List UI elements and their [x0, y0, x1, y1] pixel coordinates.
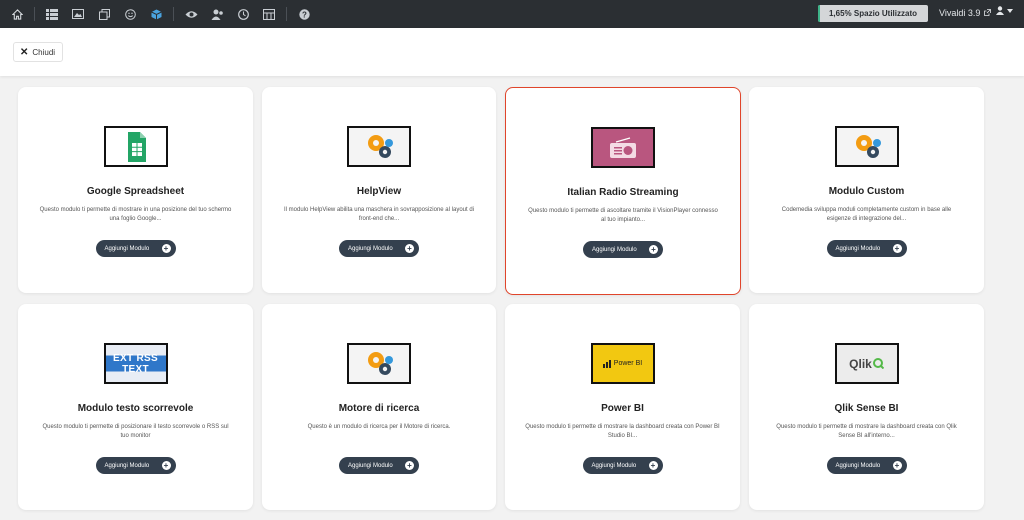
power-bi-logo-icon	[602, 359, 611, 368]
divider	[286, 7, 287, 21]
add-module-label: Aggiungi Modulo	[104, 245, 150, 252]
close-label: Chiudi	[32, 47, 56, 57]
external-link-icon	[983, 9, 991, 16]
card-title: Italian Radio Streaming	[567, 187, 679, 198]
gears-icon	[347, 126, 411, 167]
add-module-label: Aggiungi Modulo	[348, 245, 393, 252]
image-icon[interactable]	[65, 0, 91, 28]
card-description: Questo modulo ti permette di mostrare la…	[776, 424, 957, 439]
user-menu[interactable]	[996, 6, 1013, 15]
add-module-label: Aggiungi Modulo	[591, 462, 637, 469]
caret-down-icon	[1007, 8, 1013, 13]
card-description: Questo modulo ti permette di mostrare la…	[525, 424, 720, 439]
card-title: Qlik Sense BI	[834, 403, 899, 414]
add-module-label: Aggiungi Modulo	[835, 462, 881, 469]
add-module-button[interactable]: Aggiungi Modulo +	[826, 457, 907, 474]
module-card[interactable]: HelpView Il modulo HelpView abilita una …	[262, 87, 496, 293]
close-button[interactable]: ✕ Chiudi	[13, 42, 64, 62]
plus-icon: +	[892, 244, 902, 253]
module-card[interactable]: Google Spreadsheet Questo modulo ti perm…	[18, 87, 253, 293]
version-label[interactable]: Vivaldi 3.9	[939, 8, 980, 18]
card-description: Il modulo HelpView abilita una maschera …	[284, 207, 474, 222]
plus-icon: +	[161, 244, 171, 253]
plus-icon: +	[405, 244, 414, 253]
divider	[173, 7, 174, 21]
copy-icon[interactable]	[91, 0, 117, 28]
module-card[interactable]: Power BI Power BI Questo modulo ti perme…	[505, 304, 740, 510]
clock-icon[interactable]	[230, 0, 256, 28]
power-bi-label: Power BI	[613, 360, 643, 367]
module-card[interactable]: Modulo Custom Codemedia sviluppa moduli …	[749, 87, 984, 293]
help-icon[interactable]: ?	[291, 0, 317, 28]
storage-usage-fill	[818, 5, 821, 22]
card-title: Google Spreadsheet	[86, 186, 185, 197]
cube-icon[interactable]	[143, 0, 169, 28]
plus-icon: +	[648, 461, 658, 470]
add-module-label: Aggiungi Modulo	[104, 462, 150, 469]
top-bar: ? 1,65% Spazio Utilizzato Vivaldi 3.9	[0, 0, 1024, 28]
list-icon[interactable]	[39, 0, 65, 28]
divider	[34, 7, 35, 21]
card-description: Questo modulo ti permette di posizionare…	[42, 424, 229, 439]
module-card[interactable]: Motore di ricerca Questo è un modulo di …	[262, 304, 496, 510]
power-bi-icon: Power BI	[590, 343, 655, 384]
svg-text:?: ?	[302, 10, 307, 19]
module-card[interactable]: Qlik Qlik Sense BI Questo modulo ti perm…	[749, 304, 984, 510]
google-sheets-icon	[103, 126, 168, 167]
user-icon	[996, 6, 1004, 15]
card-title: Power BI	[601, 403, 644, 414]
rss-thumb-text: EXT RSS TEXT	[105, 345, 166, 382]
add-module-button[interactable]: Aggiungi Modulo +	[95, 240, 176, 257]
card-description: Questo modulo ti permette di ascoltare t…	[528, 208, 718, 223]
add-module-label: Aggiungi Modulo	[592, 246, 637, 253]
card-title: Motore di ricerca	[338, 403, 420, 414]
rss-text-icon: EXT RSS TEXT	[103, 343, 168, 384]
module-card-selected[interactable]: Italian Radio Streaming Questo modulo ti…	[505, 87, 741, 295]
users-icon[interactable]	[204, 0, 230, 28]
add-module-button[interactable]: Aggiungi Modulo +	[826, 240, 907, 257]
card-title: Modulo Custom	[828, 186, 905, 197]
plus-icon: +	[161, 461, 171, 470]
qlik-logo-icon	[872, 358, 884, 369]
storage-usage-label: 1,65% Spazio Utilizzato	[828, 9, 918, 18]
qlik-label: Qlik	[849, 356, 872, 371]
gears-icon	[347, 343, 411, 384]
eye-icon[interactable]	[178, 0, 204, 28]
add-module-button[interactable]: Aggiungi Modulo +	[95, 457, 176, 474]
layout-icon[interactable]	[256, 0, 282, 28]
add-module-button[interactable]: Aggiungi Modulo +	[582, 457, 663, 474]
radio-icon	[591, 127, 655, 168]
card-description: Questo modulo ti permette di mostrare in…	[39, 207, 232, 222]
card-description: Questo è un modulo di ricerca per il Mot…	[307, 424, 451, 430]
card-title: Modulo testo scorrevole	[77, 403, 194, 414]
qlik-icon: Qlik	[834, 343, 899, 384]
plus-icon: +	[649, 245, 658, 254]
add-module-button[interactable]: Aggiungi Modulo +	[339, 457, 419, 474]
close-icon: ✕	[20, 46, 29, 58]
version-link[interactable]: Vivaldi 3.9	[939, 8, 991, 18]
module-card[interactable]: EXT RSS TEXT Modulo testo scorrevole Que…	[18, 304, 253, 510]
add-module-button[interactable]: Aggiungi Modulo +	[583, 241, 663, 258]
plus-icon: +	[405, 461, 414, 470]
add-module-label: Aggiungi Modulo	[348, 462, 393, 469]
card-description: Codemedia sviluppa moduli completamente …	[781, 207, 952, 222]
plus-icon: +	[892, 461, 902, 470]
smile-icon[interactable]	[117, 0, 143, 28]
home-icon[interactable]	[4, 0, 30, 28]
gears-icon	[834, 126, 899, 167]
card-title: HelpView	[356, 186, 402, 197]
header: ✕ Chiudi	[0, 28, 1024, 76]
add-module-button[interactable]: Aggiungi Modulo +	[339, 240, 419, 257]
add-module-label: Aggiungi Modulo	[835, 245, 881, 252]
storage-usage-bar: 1,65% Spazio Utilizzato	[818, 5, 928, 22]
